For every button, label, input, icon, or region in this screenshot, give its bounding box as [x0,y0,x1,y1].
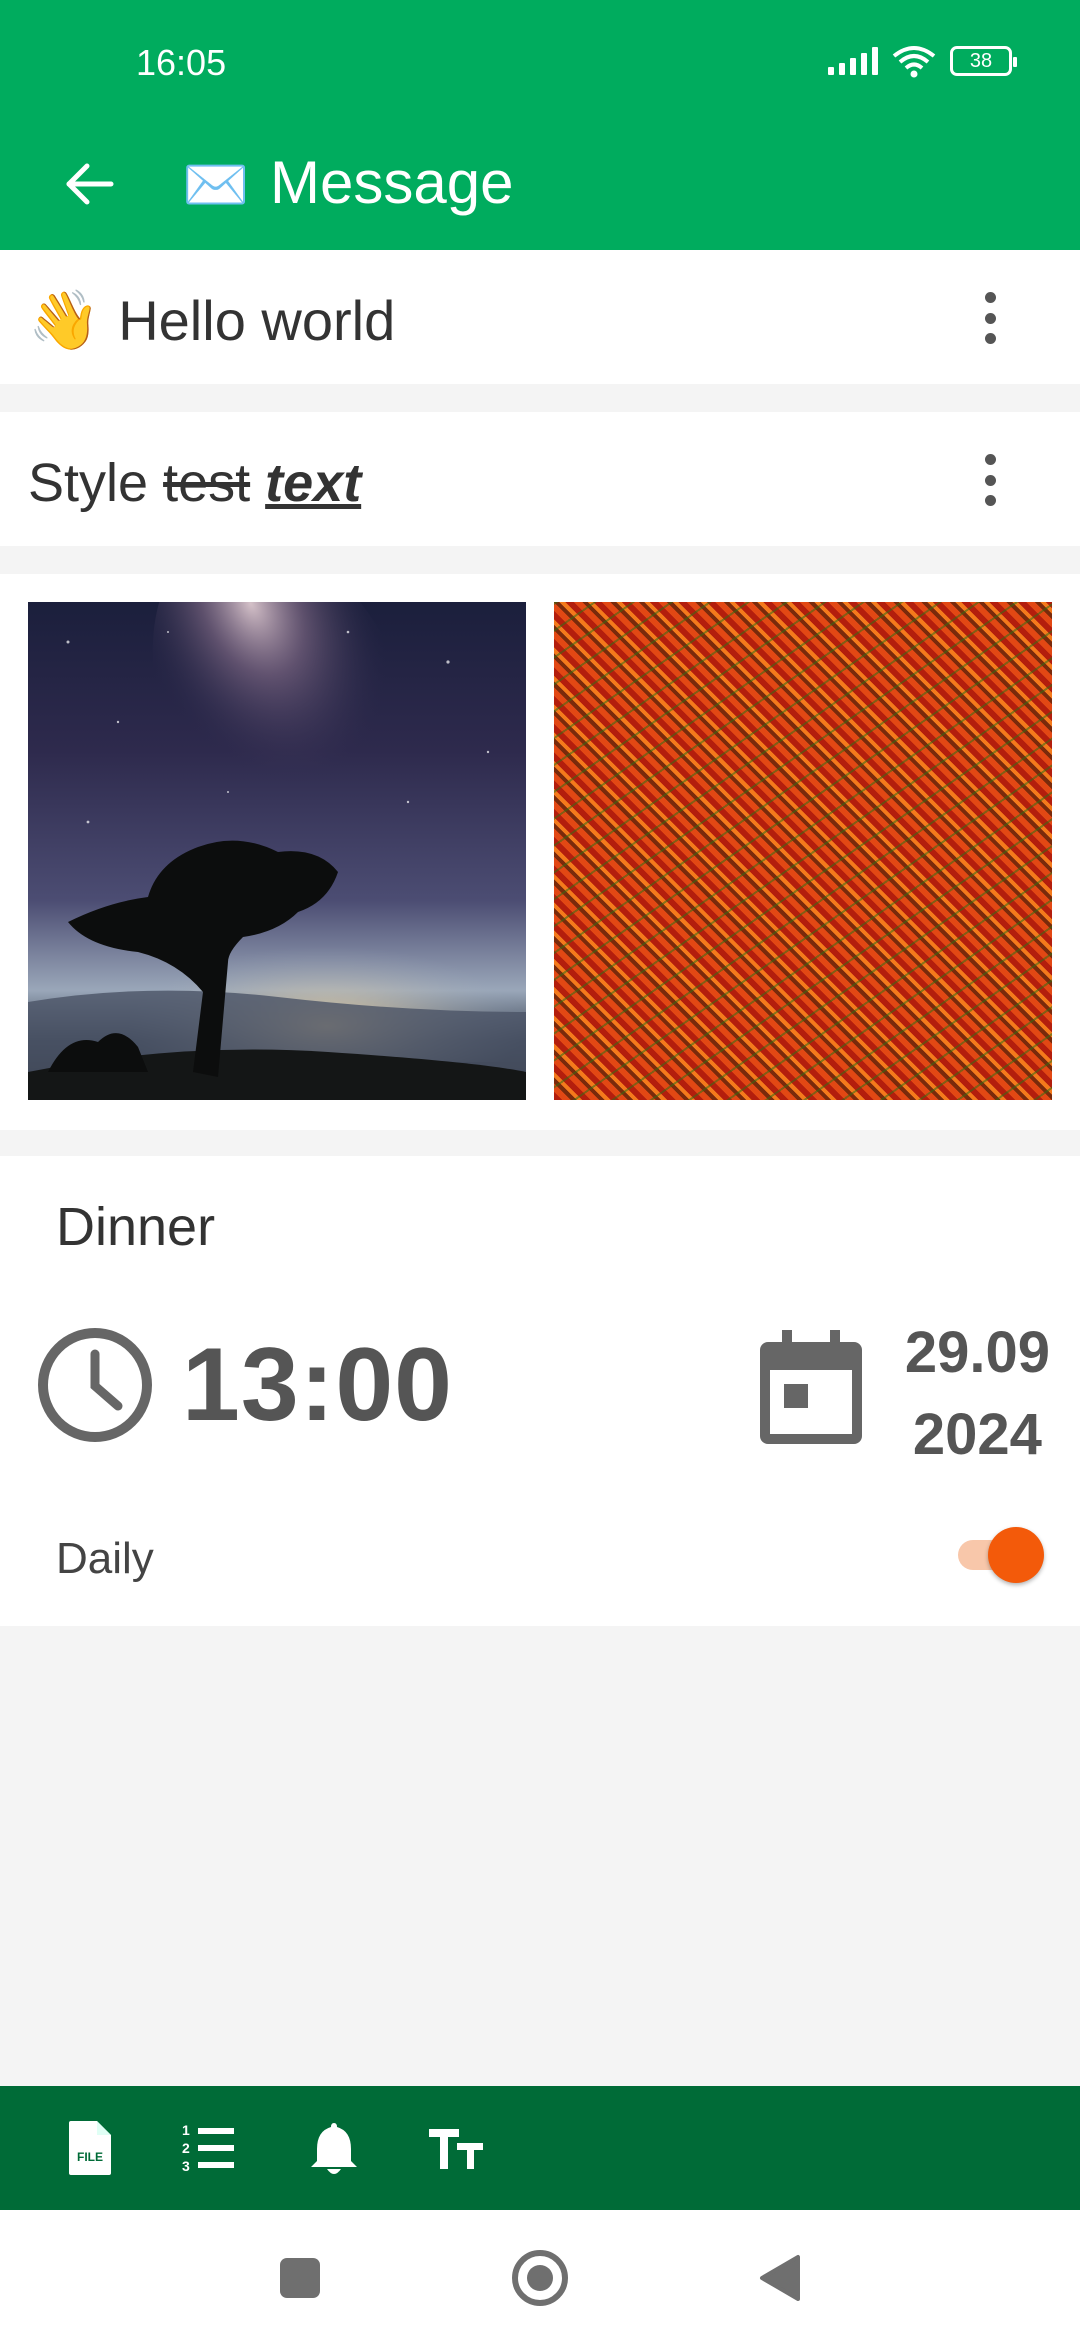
file-icon: FILE [69,2121,111,2175]
image-gallery-card [0,574,1080,1130]
system-nav-bar [0,2210,1080,2340]
note-text-row: 👋 Hello world [28,288,395,353]
status-time: 16:05 [136,42,227,83]
signal-icon [828,47,878,75]
numbered-list-button[interactable]: 1 2 3 [176,2116,240,2180]
bell-icon [311,2123,357,2174]
svg-text:2: 2 [182,2140,190,2156]
plain-word: Style [28,453,149,513]
envelope-icon: ✉️ [182,155,250,215]
text-size-icon [429,2129,483,2169]
more-vert-icon[interactable] [970,448,1010,512]
styled-text: Style test text [28,452,361,514]
status-bar: 16:05 38 [0,0,1080,122]
arrow-back-icon [66,163,114,205]
reminder-button[interactable] [302,2116,366,2180]
calendar-icon[interactable] [758,1328,864,1446]
more-vert-icon[interactable] [970,286,1010,350]
reminder-time[interactable]: 13:00 [182,1326,453,1445]
app-bar: ✉️ Message [0,122,1080,250]
reminder-title: Dinner [56,1197,216,1257]
strikethrough-word: test [163,453,251,513]
note-text: Hello world [118,289,396,352]
back-triangle-icon [760,2255,800,2301]
night-sky-image[interactable] [28,602,526,1100]
date-day-month: 29.09 [904,1320,1050,1385]
reminder-card: Dinner 13:00 29.09 2024 Daily [0,1156,1080,1626]
waving-hand-icon: 👋 [28,287,101,353]
status-icons: 38 [828,44,1017,78]
recents-button[interactable] [268,2246,332,2310]
numbered-list-icon: 1 2 3 [182,2122,234,2174]
bold-italic-underlined-word: text [265,453,362,513]
tree-silhouette-illustration [28,602,526,1100]
back-nav-button[interactable] [748,2246,812,2310]
svg-text:1: 1 [182,2122,190,2138]
repeat-toggle[interactable] [954,1526,1044,1583]
battery-level: 38 [969,49,993,72]
bottom-toolbar: FILE 1 2 3 [0,2086,1080,2210]
home-circle-icon [512,2250,568,2306]
page-title: Message [270,149,514,216]
repeat-label: Daily [56,1534,154,1583]
wifi-icon [892,46,936,78]
note-card-style[interactable]: Style test text [0,412,1080,546]
svg-text:3: 3 [182,2158,190,2174]
file-icon-label: FILE [77,2150,103,2164]
recents-square-icon [280,2258,320,2298]
back-button[interactable] [58,152,122,216]
stereogram-image[interactable] [554,602,1052,1100]
clock-icon[interactable] [36,1326,154,1444]
toggle-thumb [988,1527,1044,1583]
attach-file-button[interactable]: FILE [58,2116,122,2180]
date-year: 2024 [912,1402,1042,1467]
reminder-date[interactable]: 29.09 2024 [905,1312,1050,1476]
battery-icon: 38 [950,46,1017,76]
home-button[interactable] [508,2246,572,2310]
text-size-button[interactable] [424,2116,488,2180]
note-card-hello[interactable]: 👋 Hello world [0,250,1080,384]
